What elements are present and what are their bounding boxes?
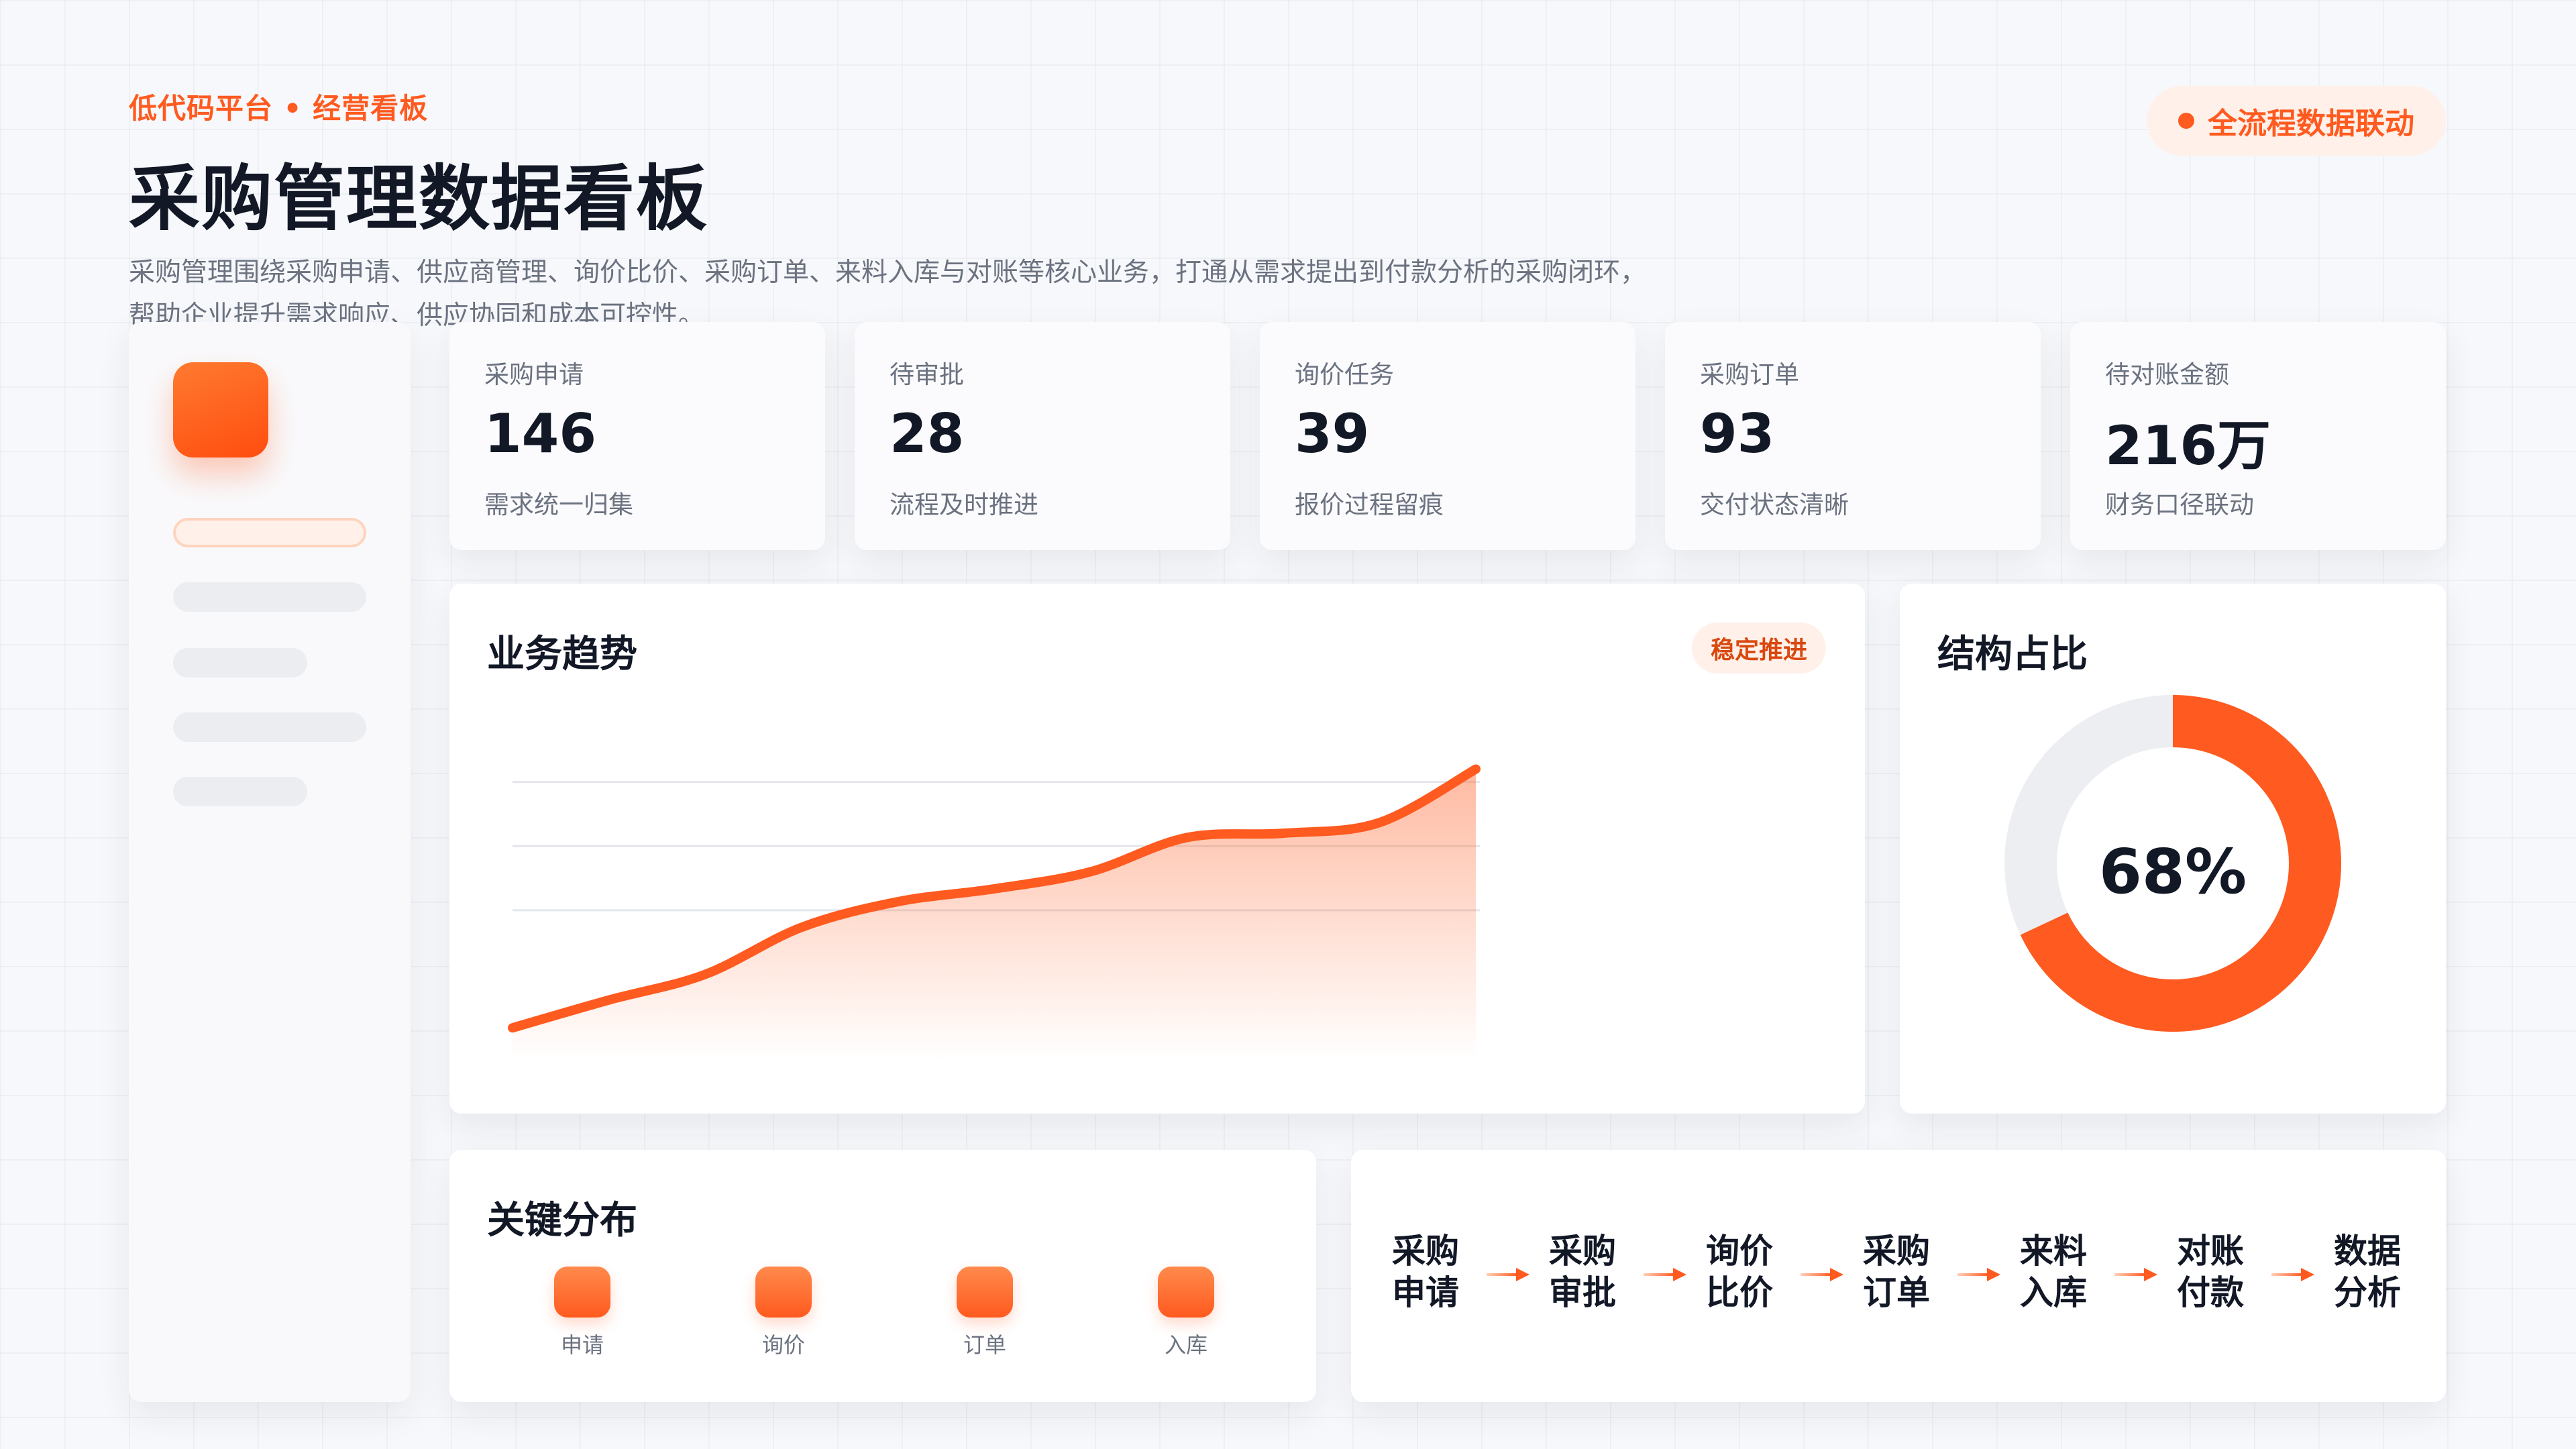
flow-step[interactable]: 询价比价: [1703, 1230, 1776, 1313]
flow-step[interactable]: 对账付款: [2174, 1230, 2247, 1313]
status-dot-icon: [2178, 113, 2194, 129]
kpi-label: 采购申请: [484, 360, 584, 389]
trend-chart: [508, 764, 1481, 1060]
kpi-card[interactable]: 询价任务 39 报价过程留痕: [1260, 322, 1635, 550]
process-flow-panel: 采购申请 采购审批 询价比价 采购订单 来料入库 对账付款 数据分析: [1351, 1150, 2446, 1402]
distribution-item[interactable]: 入库: [1139, 1267, 1233, 1359]
arrow-right-icon: [1487, 1268, 1529, 1281]
distribution-label: 申请: [560, 1332, 604, 1358]
trend-panel: 业务趋势 稳定推进: [449, 584, 1865, 1114]
kpi-value: 146: [484, 402, 596, 465]
sidebar-item[interactable]: [173, 777, 307, 806]
kpi-subtitle: 交付状态清晰: [1700, 490, 1849, 519]
box-icon: [554, 1267, 610, 1318]
kpi-subtitle: 财务口径联动: [2105, 490, 2254, 519]
distribution-item[interactable]: 申请: [535, 1267, 629, 1359]
kpi-label: 待审批: [890, 360, 964, 389]
eyebrow-label: 低代码平台 • 经营看板: [129, 92, 429, 125]
arrow-right-icon: [1801, 1268, 1843, 1281]
distribution-label: 询价: [761, 1332, 805, 1358]
flow-step[interactable]: 来料入库: [2017, 1230, 2090, 1313]
distribution-item[interactable]: 询价: [737, 1267, 830, 1359]
kpi-label: 待对账金额: [2105, 360, 2229, 389]
box-icon: [755, 1267, 812, 1318]
sidebar-item[interactable]: [173, 582, 366, 612]
kpi-value: 216万: [2105, 415, 2271, 477]
kpi-value: 39: [1295, 402, 1370, 465]
arrow-right-icon: [1957, 1268, 2000, 1281]
app-logo-icon: [173, 362, 268, 458]
kpi-card[interactable]: 待对账金额 216万 财务口径联动: [2070, 322, 2446, 550]
distribution-title: 关键分布: [487, 1199, 637, 1242]
sidebar: [129, 322, 411, 1402]
kpi-value: 28: [890, 402, 965, 465]
arrow-right-icon: [2114, 1268, 2157, 1281]
kpi-subtitle: 需求统一归集: [484, 490, 633, 519]
badge-label: 全流程数据联动: [2208, 107, 2414, 141]
distribution-label: 入库: [1164, 1332, 1208, 1358]
distribution-panel: 关键分布 申请 询价 订单 入库: [449, 1150, 1316, 1402]
sidebar-item[interactable]: [173, 648, 307, 678]
sidebar-item-active[interactable]: [173, 518, 366, 547]
kpi-subtitle: 报价过程留痕: [1295, 490, 1444, 519]
kpi-label: 采购订单: [1700, 360, 1799, 389]
kpi-card[interactable]: 待审批 28 流程及时推进: [855, 322, 1230, 550]
kpi-card[interactable]: 采购订单 93 交付状态清晰: [1665, 322, 2041, 550]
kpi-label: 询价任务: [1295, 360, 1394, 389]
arrow-right-icon: [1644, 1268, 1686, 1281]
trend-area: [513, 769, 1476, 1060]
flow-step[interactable]: 数据分析: [2330, 1230, 2404, 1313]
donut-center-label: 68%: [2098, 836, 2247, 908]
data-linkage-badge[interactable]: 全流程数据联动: [2147, 86, 2446, 156]
structure-panel: 结构占比 68%: [1900, 584, 2446, 1114]
distribution-label: 订单: [963, 1332, 1006, 1358]
flow-step[interactable]: 采购审批: [1546, 1230, 1619, 1313]
distribution-item[interactable]: 订单: [938, 1267, 1032, 1359]
box-icon: [1158, 1267, 1214, 1318]
kpi-subtitle: 流程及时推进: [890, 490, 1038, 519]
kpi-value: 93: [1700, 402, 1775, 465]
box-icon: [957, 1267, 1013, 1318]
flow-step[interactable]: 采购申请: [1389, 1230, 1462, 1313]
flow-step[interactable]: 采购订单: [1860, 1230, 1933, 1313]
kpi-card[interactable]: 采购申请 146 需求统一归集: [449, 322, 825, 550]
page-title: 采购管理数据看板: [129, 158, 708, 240]
sidebar-item[interactable]: [173, 712, 366, 742]
arrow-right-icon: [2271, 1268, 2314, 1281]
